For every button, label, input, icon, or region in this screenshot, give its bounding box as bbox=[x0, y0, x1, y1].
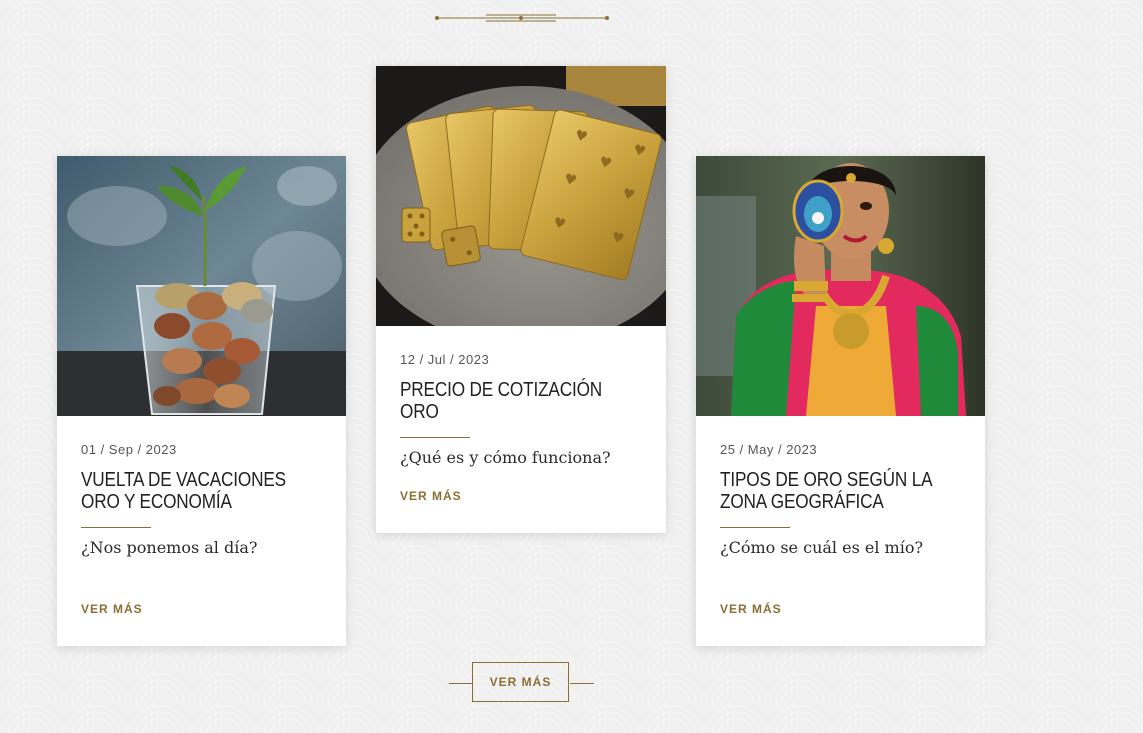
card-image-gold-cards[interactable]: ♥ ♥ ♥ ♥ ♥ ♥ ♥ bbox=[376, 66, 666, 326]
button-line-right bbox=[570, 683, 594, 684]
blog-card[interactable]: 01 / Sep / 2023 VUELTA DE VACACIONES ORO… bbox=[57, 156, 346, 646]
card-date: 01 / Sep / 2023 bbox=[81, 442, 177, 457]
card-image-woman-jewelry[interactable] bbox=[696, 156, 985, 416]
card-subtitle: ¿Qué es y cómo funciona? bbox=[400, 448, 611, 467]
card-image-coins-plant[interactable] bbox=[57, 156, 346, 416]
card-subtitle: ¿Nos ponemos al día? bbox=[81, 538, 258, 557]
blog-card[interactable]: ♥ ♥ ♥ ♥ ♥ ♥ ♥ 12 / Jul / 2023 PRECIO DE … bbox=[376, 66, 666, 533]
title-divider bbox=[720, 527, 790, 528]
title-divider bbox=[400, 437, 470, 438]
card-title[interactable]: PRECIO DE COTIZACIÓN ORO bbox=[400, 379, 641, 423]
card-date: 25 / May / 2023 bbox=[720, 442, 818, 457]
more-posts-button[interactable]: VER MÁS bbox=[472, 662, 569, 702]
title-divider bbox=[81, 527, 151, 528]
divider-ornament bbox=[435, 14, 609, 22]
read-more-link[interactable]: VER MÁS bbox=[720, 602, 782, 616]
read-more-link[interactable]: VER MÁS bbox=[400, 489, 462, 503]
blog-card[interactable]: 25 / May / 2023 TIPOS DE ORO SEGÚN LA ZO… bbox=[696, 156, 985, 646]
card-title[interactable]: TIPOS DE ORO SEGÚN LA ZONA GEOGRÁFICA bbox=[720, 469, 960, 513]
button-line-left bbox=[449, 683, 473, 684]
card-date: 12 / Jul / 2023 bbox=[400, 352, 490, 367]
card-title[interactable]: VUELTA DE VACACIONES ORO Y ECONOMÍA bbox=[81, 469, 321, 513]
read-more-link[interactable]: VER MÁS bbox=[81, 602, 143, 616]
card-subtitle: ¿Cómo se cuál es el mío? bbox=[720, 538, 924, 557]
more-posts-container: VER MÁS bbox=[449, 662, 594, 704]
